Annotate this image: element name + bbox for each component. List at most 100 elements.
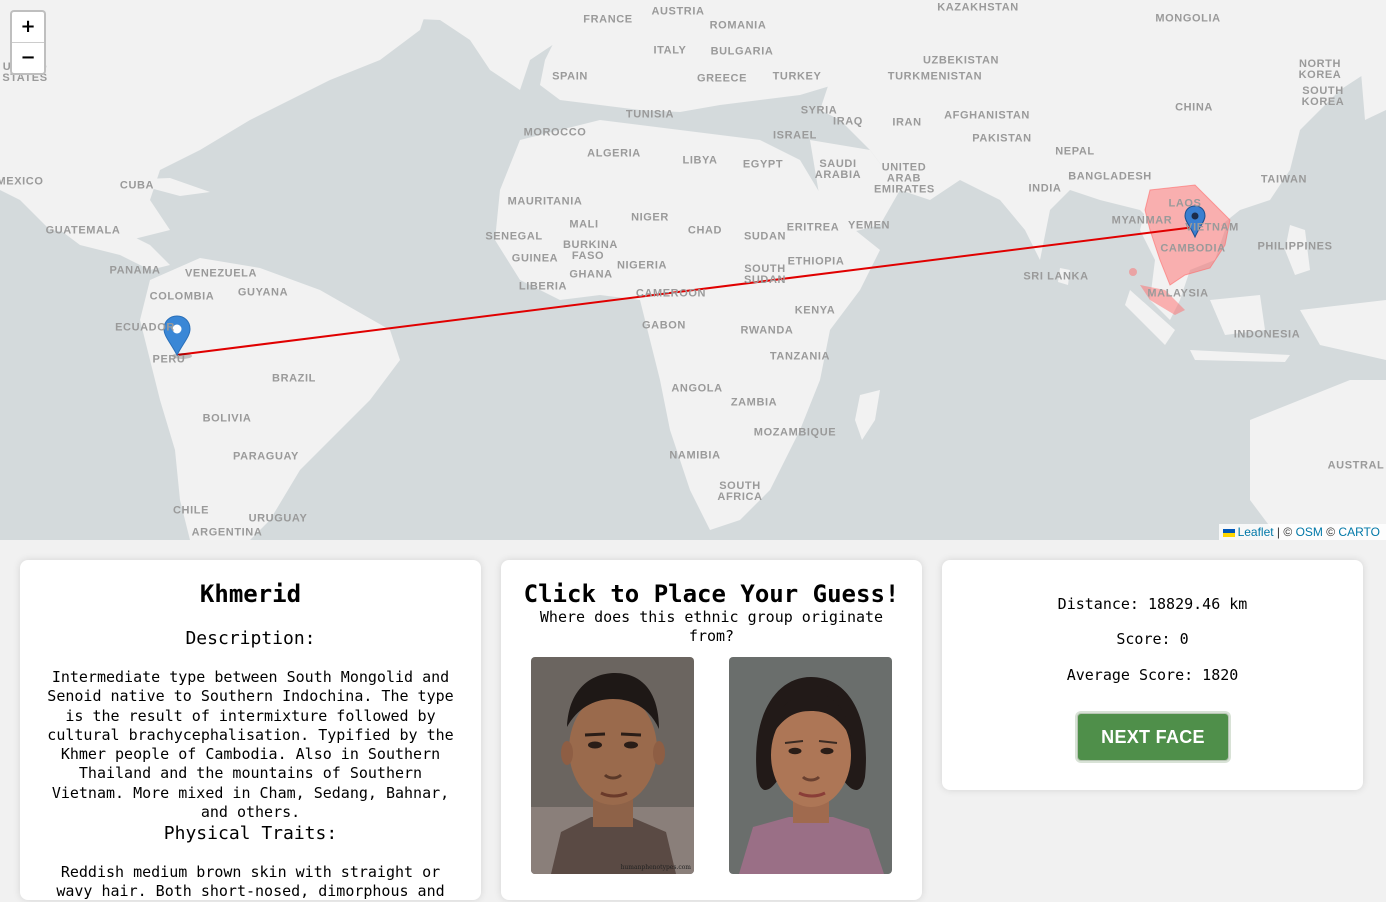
map-label-mauritania: MAURITANIA xyxy=(507,195,583,208)
map-label-sudan: SUDAN xyxy=(743,230,787,243)
map-label-senegal: SENEGAL xyxy=(485,230,543,243)
map-label-panama: PANAMA xyxy=(109,264,161,277)
map-label-tanzania: TANZANIA xyxy=(769,350,831,363)
map-label-turkey: TURKEY xyxy=(772,70,822,83)
map-label-france: FRANCE xyxy=(583,13,633,26)
world-map[interactable]: FRANCE AUSTRIA ROMANIA BULGARIA ITALY SPAIN GR… xyxy=(0,0,1386,540)
map-label-libya: LIBYA xyxy=(682,154,718,167)
map-label-zambia: ZAMBIA xyxy=(730,396,778,409)
map-label-nigeria: NIGERIA xyxy=(616,259,668,272)
map-label-south-korea: SOUTH KOREA xyxy=(1301,85,1345,108)
map-label-paraguay: PARAGUAY xyxy=(233,450,299,463)
map-label-mongolia: MONGOLIA xyxy=(1155,12,1221,25)
map-label-tunisia: TUNISIA xyxy=(625,108,675,121)
map-label-spain: SPAIN xyxy=(552,70,588,83)
traits-heading: Physical Traits: xyxy=(163,823,338,844)
map-label-cuba: CUBA xyxy=(119,179,155,192)
guess-title: Click to Place Your Guess! xyxy=(523,580,900,608)
map-label-south-sudan: SOUTH SUDAN xyxy=(743,263,787,286)
map-label-mali: MALI xyxy=(569,218,599,231)
map-label-ecuador: ECUADOR xyxy=(115,321,175,334)
map-label-mozambique: MOZAMBIQUE xyxy=(753,426,837,439)
map-label-egypt: EGYPT xyxy=(742,158,784,171)
map-label-ghana: GHANA xyxy=(569,268,613,281)
description-heading: Description: xyxy=(185,628,316,649)
map-label-colombia: COLOMBIA xyxy=(149,290,215,303)
map-label-rwanda: RWANDA xyxy=(740,324,794,337)
map-label-myanmar: MYANMAR xyxy=(1111,214,1173,227)
attribution-sep-2: © xyxy=(1322,525,1339,539)
map-label-south-africa: SOUTH AFRICA xyxy=(717,480,763,503)
map-label-eritrea: ERITREA xyxy=(786,221,840,234)
map-label-pakistan: PAKISTAN xyxy=(972,132,1032,145)
map-label-namibia: NAMIBIA xyxy=(669,449,721,462)
map-label-north-korea: NORTH KOREA xyxy=(1298,58,1342,81)
map-label-bulgaria: BULGARIA xyxy=(710,45,774,58)
map-label-kazakhstan: KAZAKHSTAN xyxy=(937,1,1019,14)
zoom-control: + − xyxy=(10,10,46,75)
map-label-israel: ISRAEL xyxy=(773,129,817,142)
map-label-burkina-faso: BURKINA FASO xyxy=(563,239,618,262)
map-label-romania: ROMANIA xyxy=(709,19,767,32)
map-label-china: CHINA xyxy=(1175,101,1213,114)
male-face-image: humanphenotypes.com xyxy=(531,657,694,874)
map-label-morocco: MOROCCO xyxy=(523,126,587,139)
map-label-austral: AUSTRAL xyxy=(1327,459,1385,472)
female-face-image xyxy=(729,657,892,874)
map-label-uruguay: URUGUAY xyxy=(248,512,308,525)
map-label-philippines: PHILIPPINES xyxy=(1257,240,1333,253)
map-label-algeria: ALGERIA xyxy=(587,147,641,160)
face-watermark: humanphenotypes.com xyxy=(620,864,691,871)
average-score-label: Average Score: xyxy=(1066,666,1194,684)
distance-label: Distance: xyxy=(1057,595,1139,613)
map-label-saudi-arabia: SAUDI ARABIA xyxy=(814,158,862,181)
map-label-argentina: ARGENTINA xyxy=(191,526,263,539)
carto-link[interactable]: CARTO xyxy=(1338,525,1380,539)
map-label-yemen: YEMEN xyxy=(847,219,891,232)
map-label-bangladesh: BANGLADESH xyxy=(1068,170,1152,183)
map-label-indonesia: INDONESIA xyxy=(1233,328,1301,341)
map-label-cambodia: CAMBODIA xyxy=(1160,242,1226,255)
guess-subtitle: Where does this ethnic group originate f… xyxy=(539,608,884,645)
map-label-peru: PERU xyxy=(152,353,186,366)
map-label-chad: CHAD xyxy=(687,224,723,237)
score-value: 0 xyxy=(1179,630,1189,648)
map-label-niger: NIGER xyxy=(631,211,669,224)
map-label-chile: CHILE xyxy=(173,504,209,517)
score-card: Distance: 18829.46 km Score: 0 Average S… xyxy=(942,560,1363,790)
zoom-in-button[interactable]: + xyxy=(12,12,44,42)
map-label-vietnam: VIETNAM xyxy=(1185,221,1239,234)
map-label-taiwan: TAIWAN xyxy=(1260,173,1308,186)
traits-text: Reddish medium brown skin with straight … xyxy=(56,863,445,901)
score-label: Score: xyxy=(1116,630,1171,648)
map-label-united-arab-emirates: UNITED ARAB EMIRATES xyxy=(874,161,935,196)
map-label-laos: LAOS xyxy=(1168,197,1202,210)
description-text: Intermediate type between South Mongolid… xyxy=(47,668,454,822)
map-label-cameroon: CAMEROON xyxy=(635,287,707,300)
map-label-guinea: GUINEA xyxy=(511,252,559,265)
map-label-sri-lanka: SRI LANKA xyxy=(1023,270,1089,283)
map-label-bolivia: BOLIVIA xyxy=(202,412,252,425)
leaflet-link[interactable]: Leaflet xyxy=(1238,525,1274,539)
map-attribution: Leaflet | © OSM © CARTO xyxy=(1218,524,1386,540)
ukraine-flag-icon xyxy=(1222,528,1235,537)
map-label-italy: ITALY xyxy=(653,44,687,57)
ethnic-info-card: Khmerid Description: Intermediate type b… xyxy=(20,560,481,900)
map-label-greece: GREECE xyxy=(696,72,748,85)
map-label-turkmenistan: TURKMENISTAN xyxy=(887,70,983,83)
next-face-button[interactable]: NEXT FACE xyxy=(1077,713,1229,761)
average-score-stat: Average Score: 1820 xyxy=(942,666,1363,684)
map-label-kenya: KENYA xyxy=(794,304,836,317)
ethnic-group-title: Khmerid xyxy=(199,580,302,608)
osm-link[interactable]: OSM xyxy=(1296,525,1323,539)
map-label-guyana: GUYANA xyxy=(237,286,289,299)
distance-stat: Distance: 18829.46 km xyxy=(942,595,1363,613)
zoom-out-button[interactable]: − xyxy=(12,42,44,73)
map-label-liberia: LIBERIA xyxy=(518,280,568,293)
map-label-mexico: MEXICO xyxy=(0,175,44,188)
average-score-value: 1820 xyxy=(1202,666,1239,684)
map-label-iran: IRAN xyxy=(892,116,922,129)
distance-value: 18829.46 km xyxy=(1147,595,1248,613)
map-label-brazil: BRAZIL xyxy=(272,372,316,385)
map-label-malaysia: MALAYSIA xyxy=(1147,287,1209,300)
